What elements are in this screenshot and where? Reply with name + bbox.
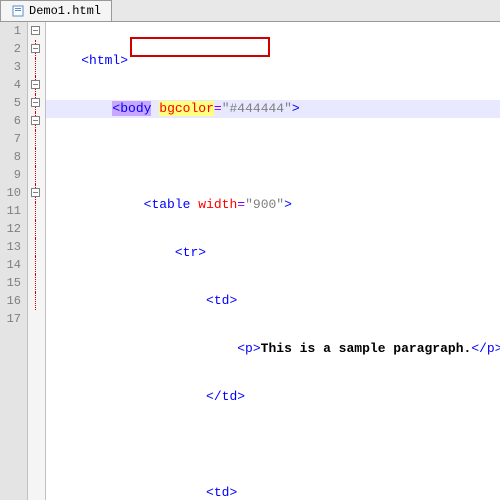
code-line: <table width="900">	[46, 196, 500, 214]
code-line: <tr>	[46, 244, 500, 262]
code-line: <html>	[46, 52, 500, 70]
code-line: <body bgcolor="#444444">	[46, 100, 500, 118]
fold-column	[28, 22, 46, 500]
fold-toggle-icon[interactable]	[31, 26, 40, 35]
fold-toggle-icon[interactable]	[31, 98, 40, 107]
highlight-annotation	[130, 37, 270, 57]
fold-toggle-icon[interactable]	[31, 188, 40, 197]
code-area[interactable]: <html> <body bgcolor="#444444"> <table w…	[46, 22, 500, 500]
file-icon	[11, 4, 25, 18]
code-line: <td>	[46, 484, 500, 500]
code-line: <td>	[46, 292, 500, 310]
code-editor[interactable]: 1 2 3 4 5 6 7 8 9 10 11 12 13 14 15 16 1…	[0, 22, 500, 500]
line-number-gutter: 1 2 3 4 5 6 7 8 9 10 11 12 13 14 15 16 1…	[0, 22, 28, 500]
fold-toggle-icon[interactable]	[31, 44, 40, 53]
fold-toggle-icon[interactable]	[31, 80, 40, 89]
file-tab[interactable]: Demo1.html	[0, 0, 112, 21]
code-line	[46, 148, 500, 166]
tab-bar: Demo1.html	[0, 0, 500, 22]
tab-label: Demo1.html	[29, 4, 101, 18]
code-line: </td>	[46, 388, 500, 406]
code-line: <p>This is a sample paragraph.</p>	[46, 340, 500, 358]
code-line	[46, 436, 500, 454]
fold-toggle-icon[interactable]	[31, 116, 40, 125]
